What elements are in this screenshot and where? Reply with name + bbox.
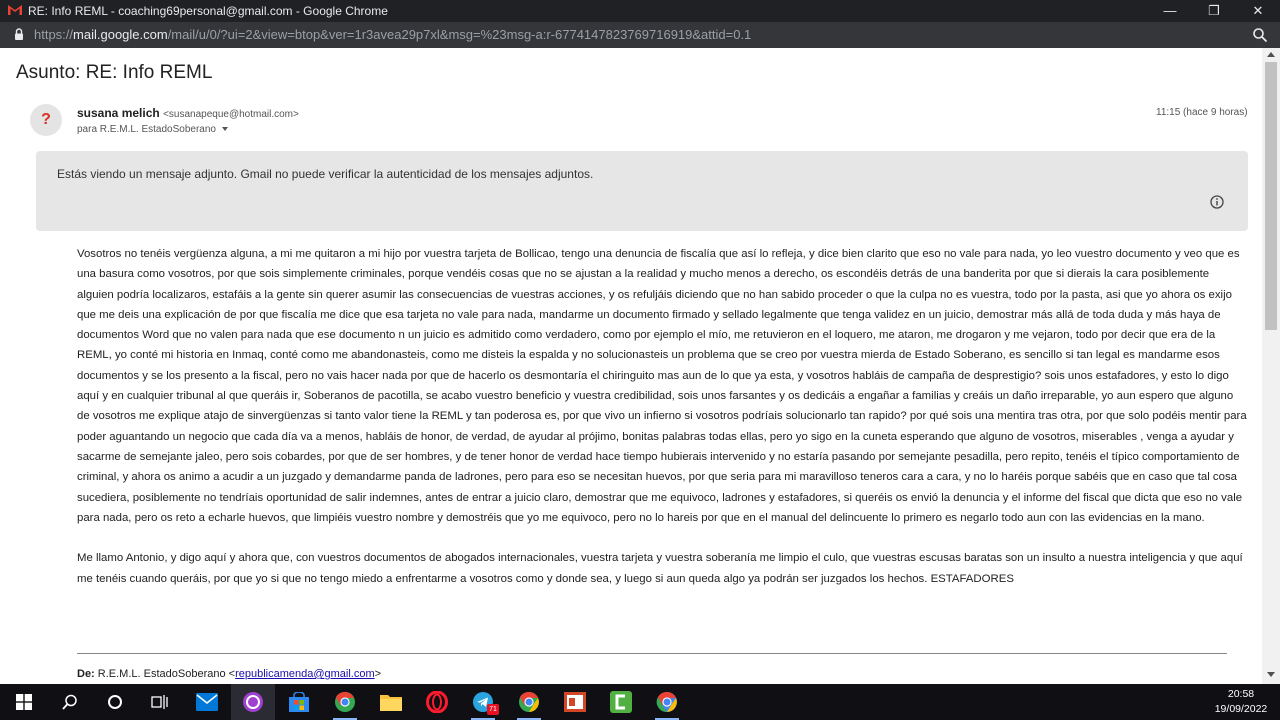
store-icon bbox=[289, 692, 309, 712]
maximize-button[interactable]: ❐ bbox=[1192, 0, 1236, 22]
taskbar-camtasia[interactable] bbox=[599, 684, 643, 720]
chrome-alt-icon bbox=[519, 691, 539, 712]
email-subject: Asunto: RE: Info REML bbox=[16, 62, 213, 83]
taskbar-chrome-profile[interactable] bbox=[645, 684, 689, 720]
taskbar-mail-app[interactable] bbox=[185, 684, 229, 720]
task-view-icon bbox=[151, 695, 168, 709]
opera-icon bbox=[426, 691, 448, 713]
scroll-down-arrow-icon[interactable] bbox=[1267, 672, 1275, 677]
recipient-details-toggle[interactable]: para R.E.M.L. EstadoSoberano bbox=[77, 124, 228, 135]
windows-taskbar: 71 20:58 19/09/2022 bbox=[0, 684, 1280, 720]
clock-date: 19/09/2022 bbox=[1214, 703, 1268, 715]
email-timestamp: 11:15 (hace 9 horas) bbox=[1156, 107, 1248, 118]
quote-divider bbox=[77, 653, 1227, 654]
search-icon bbox=[62, 694, 77, 710]
quoted-from-email-link[interactable]: republicamenda@gmail.com bbox=[235, 668, 375, 680]
taskbar-telegram[interactable]: 71 bbox=[461, 684, 505, 720]
scrollbar-thumb[interactable] bbox=[1265, 62, 1277, 330]
telegram-unread-badge: 71 bbox=[487, 704, 499, 715]
taskbar-opera[interactable] bbox=[415, 684, 459, 720]
taskbar-chrome-alt[interactable] bbox=[507, 684, 551, 720]
app-circle-icon bbox=[243, 692, 263, 712]
scroll-up-arrow-icon[interactable] bbox=[1267, 52, 1275, 57]
quoted-from-label: De: bbox=[77, 668, 95, 680]
body-paragraph: Me llamo Antonio, y digo aquí y ahora qu… bbox=[77, 552, 1243, 585]
recipient-label: para R.E.M.L. EstadoSoberano bbox=[77, 124, 216, 135]
body-paragraph: Vosotros no tenéis vergüenza alguna, a m… bbox=[77, 248, 1247, 524]
address-bar[interactable]: https://mail.google.com/mail/u/0/?ui=2&v… bbox=[0, 22, 1280, 48]
url-domain: mail.google.com bbox=[73, 27, 168, 42]
minimize-button[interactable]: — bbox=[1148, 0, 1192, 22]
system-clock[interactable]: 20:58 19/09/2022 bbox=[1210, 687, 1272, 717]
windows-start-icon bbox=[16, 694, 32, 710]
mail-icon bbox=[196, 693, 218, 711]
lock-icon bbox=[15, 28, 23, 40]
watermark-logo-icon bbox=[1190, 656, 1240, 688]
close-button[interactable]: ✕ bbox=[1236, 0, 1280, 22]
quoted-from-name: R.E.M.L. EstadoSoberano < bbox=[94, 668, 236, 680]
attachment-warning-text: Estás viendo un mensaje adjunto. Gmail n… bbox=[57, 167, 594, 181]
file-explorer-icon bbox=[380, 695, 402, 711]
search-icon[interactable] bbox=[1252, 27, 1268, 43]
taskbar-store-app[interactable] bbox=[277, 684, 321, 720]
task-view-button[interactable] bbox=[138, 684, 182, 720]
taskbar-search-button[interactable] bbox=[48, 684, 92, 720]
quoted-from-line: De: R.E.M.L. EstadoSoberano <republicame… bbox=[77, 668, 381, 680]
url-text[interactable]: https://mail.google.com/mail/u/0/?ui=2&v… bbox=[34, 27, 751, 42]
url-prefix: https:// bbox=[34, 27, 74, 42]
sender: susana melich <susanapeque@hotmail.com> bbox=[77, 106, 299, 120]
attachment-warning-banner: Estás viendo un mensaje adjunto. Gmail n… bbox=[36, 151, 1248, 231]
taskbar-powerpoint[interactable] bbox=[553, 684, 597, 720]
camtasia-icon bbox=[610, 691, 632, 713]
email-print-view: Asunto: RE: Info REML ? susana melich <s… bbox=[0, 48, 1262, 684]
chevron-down-icon[interactable] bbox=[221, 127, 228, 131]
chrome-profile-icon bbox=[656, 691, 677, 713]
window-title: RE: Info REML - coaching69personal@gmail… bbox=[28, 4, 388, 18]
clock-time: 20:58 bbox=[1227, 688, 1255, 700]
cortana-button[interactable] bbox=[93, 684, 137, 720]
info-icon[interactable] bbox=[1210, 195, 1224, 209]
sender-email: <susanapeque@hotmail.com> bbox=[163, 109, 299, 120]
taskbar-file-explorer[interactable] bbox=[369, 684, 413, 720]
page-scrollbar[interactable] bbox=[1262, 48, 1280, 684]
start-button[interactable] bbox=[2, 684, 46, 720]
taskbar-purple-app[interactable] bbox=[231, 684, 275, 720]
taskbar-chrome[interactable] bbox=[323, 684, 367, 720]
url-path: /mail/u/0/?ui=2&view=btop&ver=1r3avea29p… bbox=[167, 27, 752, 42]
sender-name: susana melich bbox=[77, 106, 160, 120]
chrome-icon bbox=[335, 691, 355, 712]
email-body: Vosotros no tenéis vergüenza alguna, a m… bbox=[77, 244, 1247, 589]
powerpoint-icon bbox=[564, 692, 586, 712]
avatar: ? bbox=[30, 104, 62, 136]
window-titlebar: RE: Info REML - coaching69personal@gmail… bbox=[0, 0, 1280, 22]
cortana-icon bbox=[108, 695, 122, 709]
quoted-from-close: > bbox=[374, 668, 382, 680]
logo-watermark bbox=[1186, 652, 1246, 688]
gmail-icon bbox=[8, 5, 22, 15]
